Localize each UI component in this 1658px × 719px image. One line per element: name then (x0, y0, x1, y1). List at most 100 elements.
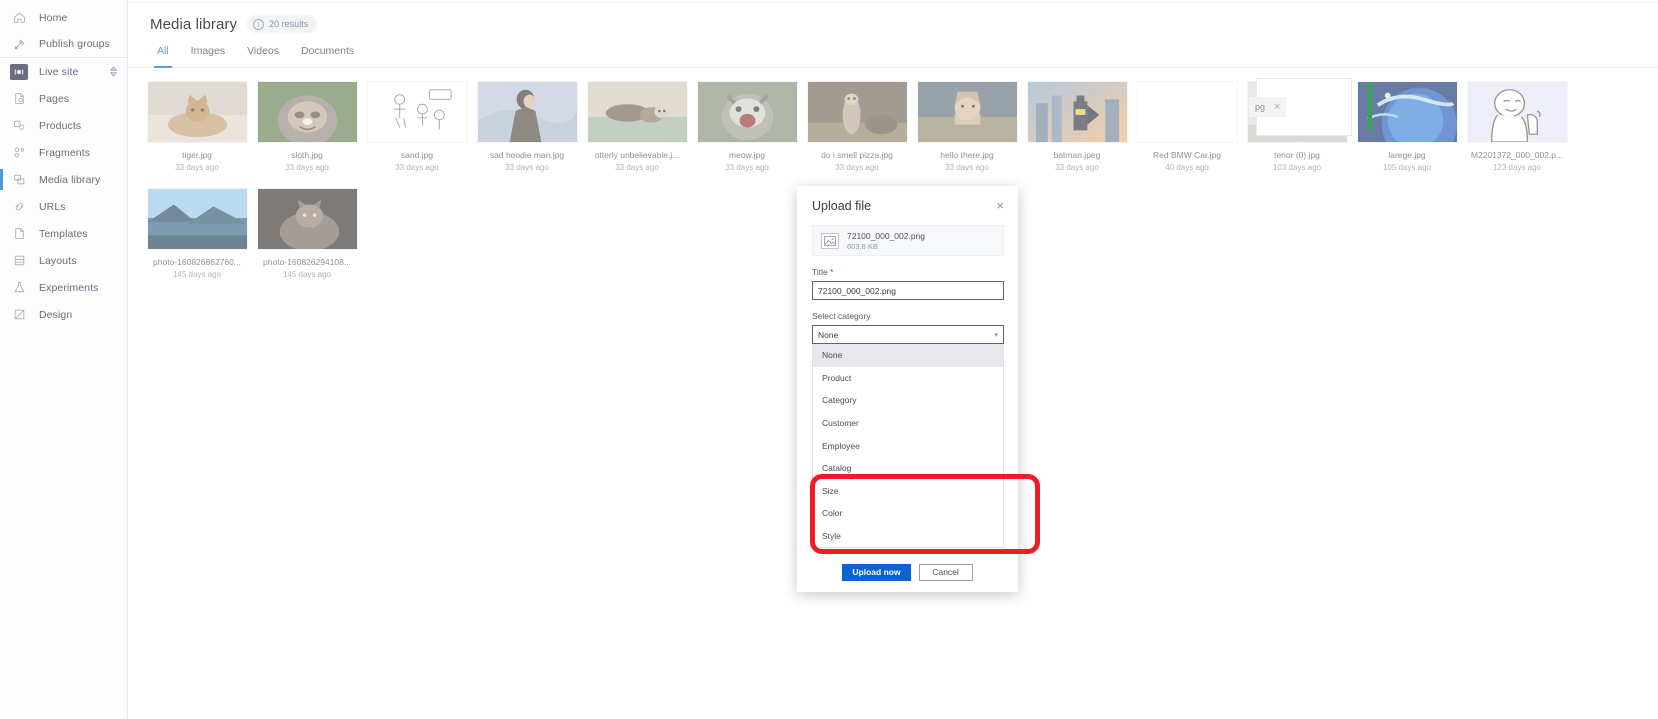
dropdown-option-customer[interactable]: Customer (813, 412, 1003, 435)
selected-file-row: 72100_000_002.png 603.8 KB (812, 225, 1004, 256)
sidebar-item-layouts[interactable]: Layouts (0, 247, 127, 274)
media-date: 145 days ago (172, 270, 222, 279)
dropdown-option-category[interactable]: Category (813, 389, 1003, 412)
sidebar-item-live-site[interactable]: Live site (0, 58, 127, 85)
category-field-label: Select category (812, 311, 871, 321)
media-card[interactable]: sad hoodie man.jpg 33 days ago (472, 81, 582, 172)
sidebar-item-media-library[interactable]: Media library (0, 166, 127, 193)
sidebar-item-urls[interactable]: URLs (0, 193, 127, 220)
media-date: 33 days ago (725, 163, 769, 172)
sidebar-item-products[interactable]: Products (0, 112, 127, 139)
media-card[interactable]: meow.jpg 33 days ago (692, 81, 802, 172)
media-card[interactable]: batman.jpeg 33 days ago (1022, 81, 1132, 172)
media-filename: sloth.jpg (291, 150, 323, 160)
pages-icon (10, 90, 28, 108)
media-date: 33 days ago (285, 163, 329, 172)
sidebar-item-label: Layouts (39, 254, 77, 267)
title-field-label: Title * (812, 267, 1004, 277)
media-thumbnail (1466, 81, 1568, 143)
home-icon (10, 9, 28, 27)
tab-videos[interactable]: Videos (236, 45, 290, 67)
category-select[interactable]: None ▾ (812, 325, 1004, 344)
file-name: 72100_000_002.png (847, 230, 925, 241)
media-library-icon (10, 171, 28, 189)
sidebar-item-label: Templates (39, 227, 88, 240)
media-date: 33 days ago (395, 163, 439, 172)
media-filename: tiger.jpg (182, 150, 212, 160)
dropdown-option-style[interactable]: Style (813, 525, 1003, 548)
upload-file-modal: Upload file × 72100_000_002.png 603.8 KB… (797, 186, 1018, 592)
media-filename: do i smell pizza.jpg (821, 150, 893, 160)
media-date: 123 days ago (1492, 163, 1542, 172)
media-card[interactable]: Red BMW Car.jpg 40 days ago (1132, 81, 1242, 172)
title-label-text: Title (812, 267, 828, 277)
sidebar-item-label: Products (39, 119, 82, 132)
media-card[interactable]: hello there.jpg 33 days ago (912, 81, 1022, 172)
dropdown-option-product[interactable]: Product (813, 367, 1003, 390)
upload-now-button[interactable]: Upload now (842, 563, 911, 581)
media-card[interactable]: do i smell pizza.jpg 33 days ago (802, 81, 912, 172)
sidebar-item-pages[interactable]: Pages (0, 85, 127, 112)
dropdown-option-size[interactable]: Size (813, 480, 1003, 503)
chip-filename: pg (1255, 102, 1266, 112)
dropdown-option-none[interactable]: None (813, 344, 1003, 367)
cancel-button[interactable]: Cancel (918, 563, 973, 581)
dropdown-option-catalog[interactable]: Catalog (813, 457, 1003, 480)
sidebar-item-templates[interactable]: Templates (0, 220, 127, 247)
media-card[interactable]: photo-160826294108... 145 days ago (252, 188, 362, 279)
required-marker: * (830, 267, 834, 277)
media-card[interactable]: tiger.jpg 33 days ago (142, 81, 252, 172)
media-thumbnail (1136, 81, 1238, 143)
chevron-updown-icon[interactable] (110, 66, 117, 77)
results-badge: i 20 results (247, 15, 318, 33)
sidebar-item-label: URLs (39, 200, 66, 213)
media-date: 40 days ago (1165, 163, 1209, 172)
active-indicator (0, 169, 3, 190)
sidebar-item-publish-groups[interactable]: Publish groups (0, 31, 127, 58)
tab-images[interactable]: Images (180, 45, 236, 67)
title-input[interactable]: 72100_000_002.png (812, 281, 1004, 300)
modal-footer: Upload now Cancel (797, 552, 1018, 592)
sidebar-item-label: Media library (39, 173, 101, 186)
experiments-icon (10, 279, 28, 297)
sidebar-item-label: Design (39, 308, 73, 321)
sidebar-item-fragments[interactable]: Fragments (0, 139, 127, 166)
media-date: 33 days ago (835, 163, 879, 172)
dropdown-option-employee[interactable]: Employee (813, 434, 1003, 457)
media-filename: photo-160826294108... (263, 257, 351, 267)
modal-title: Upload file (812, 199, 872, 213)
tab-all[interactable]: All (146, 45, 180, 68)
media-thumbnail (806, 81, 908, 143)
info-icon: i (253, 18, 265, 30)
media-card[interactable]: sand.jpg 33 days ago (362, 81, 472, 172)
media-filename: tenor (0).jpg (1274, 150, 1320, 160)
upload-progress-bar (1368, 83, 1372, 131)
media-card[interactable]: sloth.jpg 33 days ago (252, 81, 362, 172)
templates-icon (10, 225, 28, 243)
media-thumbnail (366, 81, 468, 143)
dropdown-option-color[interactable]: Color (813, 502, 1003, 525)
media-card[interactable]: M2201372_000_002.p... 123 days ago (1462, 81, 1572, 172)
close-icon[interactable]: × (1274, 101, 1280, 113)
media-date: 33 days ago (615, 163, 659, 172)
media-filter-tabs: All Images Videos Documents (128, 45, 1658, 68)
media-thumbnail (476, 81, 578, 143)
close-icon[interactable]: × (996, 199, 1004, 212)
sidebar-item-experiments[interactable]: Experiments (0, 274, 127, 301)
media-thumbnail (1026, 81, 1128, 143)
category-selected-value: None (818, 329, 839, 340)
page-title: Media library (150, 15, 238, 33)
media-card[interactable]: photo-160826862760... 145 days ago (142, 188, 252, 279)
media-thumbnail (146, 81, 248, 143)
upload-file-chip[interactable]: pg × (1249, 97, 1287, 117)
sidebar-item-design[interactable]: Design (0, 301, 127, 328)
media-thumbnail (256, 188, 358, 250)
sidebar-item-home[interactable]: Home (0, 4, 127, 31)
layouts-icon (10, 252, 28, 270)
tab-documents[interactable]: Documents (290, 45, 365, 67)
file-size: 603.8 KB (847, 241, 878, 251)
sidebar: Home Publish groups Live site Pages Prod… (0, 0, 128, 719)
media-card[interactable]: otterly unbelievable.j... 33 days ago (582, 81, 692, 172)
fragments-icon (10, 144, 28, 162)
publish-groups-icon (10, 35, 28, 53)
